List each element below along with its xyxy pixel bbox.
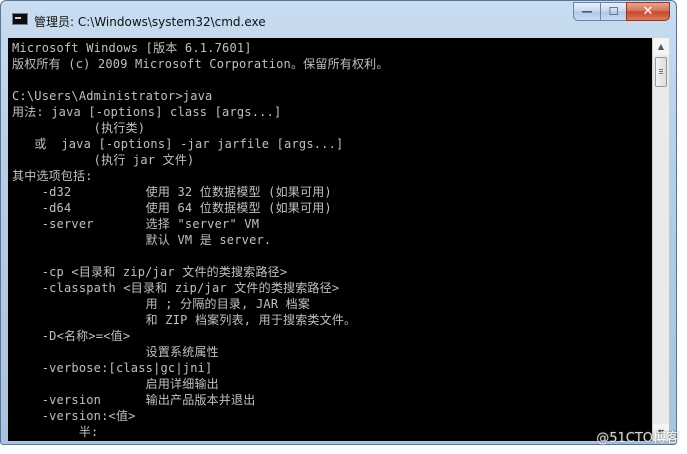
console-line: -version:<值> bbox=[12, 409, 136, 423]
console-line: C:\Users\Administrator>java bbox=[12, 89, 213, 103]
console-line: -server 选择 "server" VM bbox=[12, 217, 260, 231]
console-line: 版权所有 (c) 2009 Microsoft Corporation。保留所有… bbox=[12, 57, 389, 71]
watermark: @51CTO博客 bbox=[596, 431, 679, 446]
console-line: 其中选项包括: bbox=[12, 169, 93, 183]
console-output[interactable]: Microsoft Windows [版本 6.1.7601] 版权所有 (c)… bbox=[8, 38, 652, 441]
close-icon: ✕ bbox=[642, 4, 654, 19]
console-line: 用 ; 分隔的目录, JAR 档案 bbox=[12, 297, 311, 311]
title-bar[interactable]: 管理员: C:\Windows\system32\cmd.exe — ☐ ✕ bbox=[1, 1, 676, 38]
maximize-button[interactable]: ☐ bbox=[600, 2, 626, 21]
caption-buttons: — ☐ ✕ bbox=[573, 2, 670, 21]
grip-line bbox=[659, 71, 663, 72]
scrollbar-thumb[interactable] bbox=[655, 57, 667, 87]
console-line: 半: bbox=[12, 425, 99, 439]
scroll-up-button[interactable]: ▲ bbox=[653, 38, 669, 55]
cmd-window: 管理员: C:\Windows\system32\cmd.exe — ☐ ✕ M… bbox=[0, 0, 677, 445]
console-line: -d32 使用 32 位数据模型 (如果可用) bbox=[12, 185, 332, 199]
grip-line bbox=[659, 73, 663, 74]
console-line: 和 ZIP 档案列表, 用于搜索类文件。 bbox=[12, 313, 357, 327]
console-line: 启用详细输出 bbox=[12, 377, 219, 391]
arrow-up-icon: ▲ bbox=[657, 42, 665, 51]
console-line: 或 java [-options] -jar jarfile [args...] bbox=[12, 137, 344, 151]
console-line: 默认 VM 是 server. bbox=[12, 233, 272, 247]
console-line: 设置系统属性 bbox=[12, 345, 219, 359]
window-title: 管理员: C:\Windows\system32\cmd.exe bbox=[34, 15, 266, 29]
close-button[interactable]: ✕ bbox=[626, 2, 670, 21]
console-line: -D<名称>=<值> bbox=[12, 329, 131, 343]
console-line: -classpath <目录和 zip/jar 文件的类搜索路径> bbox=[12, 281, 340, 295]
console-line: -d64 使用 64 位数据模型 (如果可用) bbox=[12, 201, 332, 215]
grip-line bbox=[659, 69, 663, 70]
console-line: Microsoft Windows [版本 6.1.7601] bbox=[12, 41, 252, 55]
console-line: -verbose:[class|gc|jni] bbox=[12, 361, 213, 375]
console-line: -cp <目录和 zip/jar 文件的类搜索路径> bbox=[12, 265, 288, 279]
minimize-icon: — bbox=[581, 5, 593, 18]
cmd-console-icon[interactable] bbox=[12, 13, 28, 25]
maximize-icon: ☐ bbox=[608, 5, 619, 18]
console-line: (执行 jar 文件) bbox=[12, 153, 195, 167]
minimize-button[interactable]: — bbox=[573, 2, 600, 21]
vertical-scrollbar[interactable]: ▲ ▼ bbox=[652, 38, 669, 441]
console-line: -version 输出产品版本并退出 bbox=[12, 393, 256, 407]
console-line: (执行类) bbox=[12, 121, 146, 135]
console-line: 用法: java [-options] class [args...] bbox=[12, 105, 282, 119]
